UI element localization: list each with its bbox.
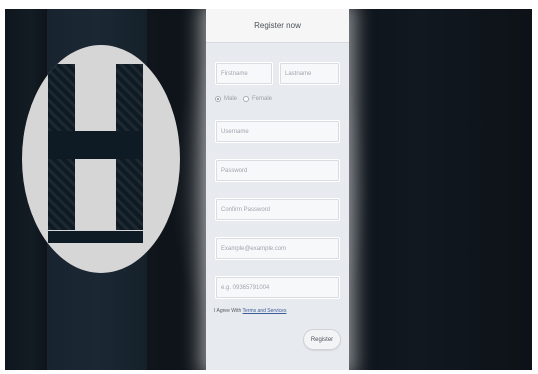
gender-radio-group: Male Female [215,96,272,102]
register-title: Register now [206,9,349,43]
phone-input[interactable]: e.g. 09365791004 [215,276,340,299]
page-background: Register now Firstname Lastname Male Fem… [5,9,532,370]
logo-underline [48,231,143,243]
confirm-password-input[interactable]: Confirm Password [215,198,340,221]
logo-letter-crossbar [48,131,143,159]
password-placeholder: Password [221,167,248,174]
register-button[interactable]: Register [304,330,340,349]
firstname-input[interactable]: Firstname [215,62,273,85]
terms-agreement: I Agree With Terms and Services [214,308,286,314]
terms-link[interactable]: Terms and Services [243,308,287,314]
username-input[interactable]: Username [215,120,340,143]
female-radio[interactable] [243,96,250,102]
password-input[interactable]: Password [215,159,340,182]
username-placeholder: Username [221,128,249,135]
email-placeholder: Example@example.com [221,245,287,252]
register-panel: Register now Firstname Lastname Male Fem… [206,9,349,370]
female-label: Female [252,96,273,102]
email-input[interactable]: Example@example.com [215,237,340,260]
lastname-input[interactable]: Lastname [279,62,340,85]
lastname-placeholder: Lastname [285,70,312,77]
firstname-placeholder: Firstname [221,70,248,77]
male-label: Male [224,96,238,102]
phone-placeholder: e.g. 09365791004 [221,284,270,291]
agree-text: I Agree With [214,308,242,314]
site-logo [22,45,180,273]
male-radio[interactable] [215,96,221,102]
confirm-password-placeholder: Confirm Password [221,206,271,213]
